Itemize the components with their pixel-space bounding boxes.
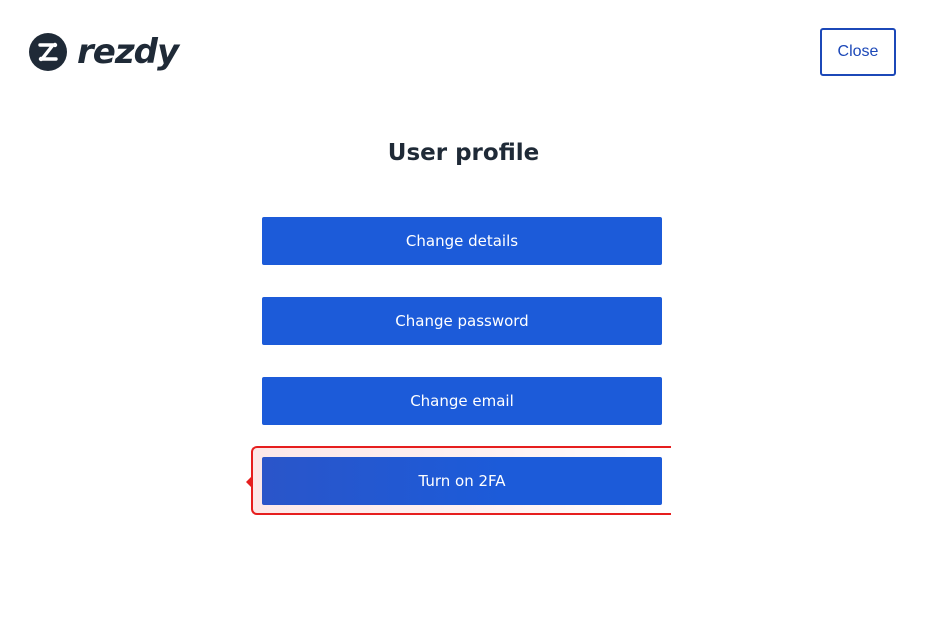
logo-wordmark: rezdy [77,32,179,72]
callout-pointer [246,476,252,488]
turn-on-2fa-button[interactable]: Turn on 2FA [262,457,662,505]
change-password-button[interactable]: Change password [262,297,662,345]
rezdy-logo-icon [29,33,67,71]
change-email-button[interactable]: Change email [262,377,662,425]
page-title: User profile [387,140,540,166]
user-profile-page: rezdy Close User profile Change details … [0,0,927,617]
change-details-button[interactable]: Change details [262,217,662,265]
rezdy-logo[interactable]: rezdy [28,30,179,74]
close-button[interactable]: Close [820,28,896,76]
